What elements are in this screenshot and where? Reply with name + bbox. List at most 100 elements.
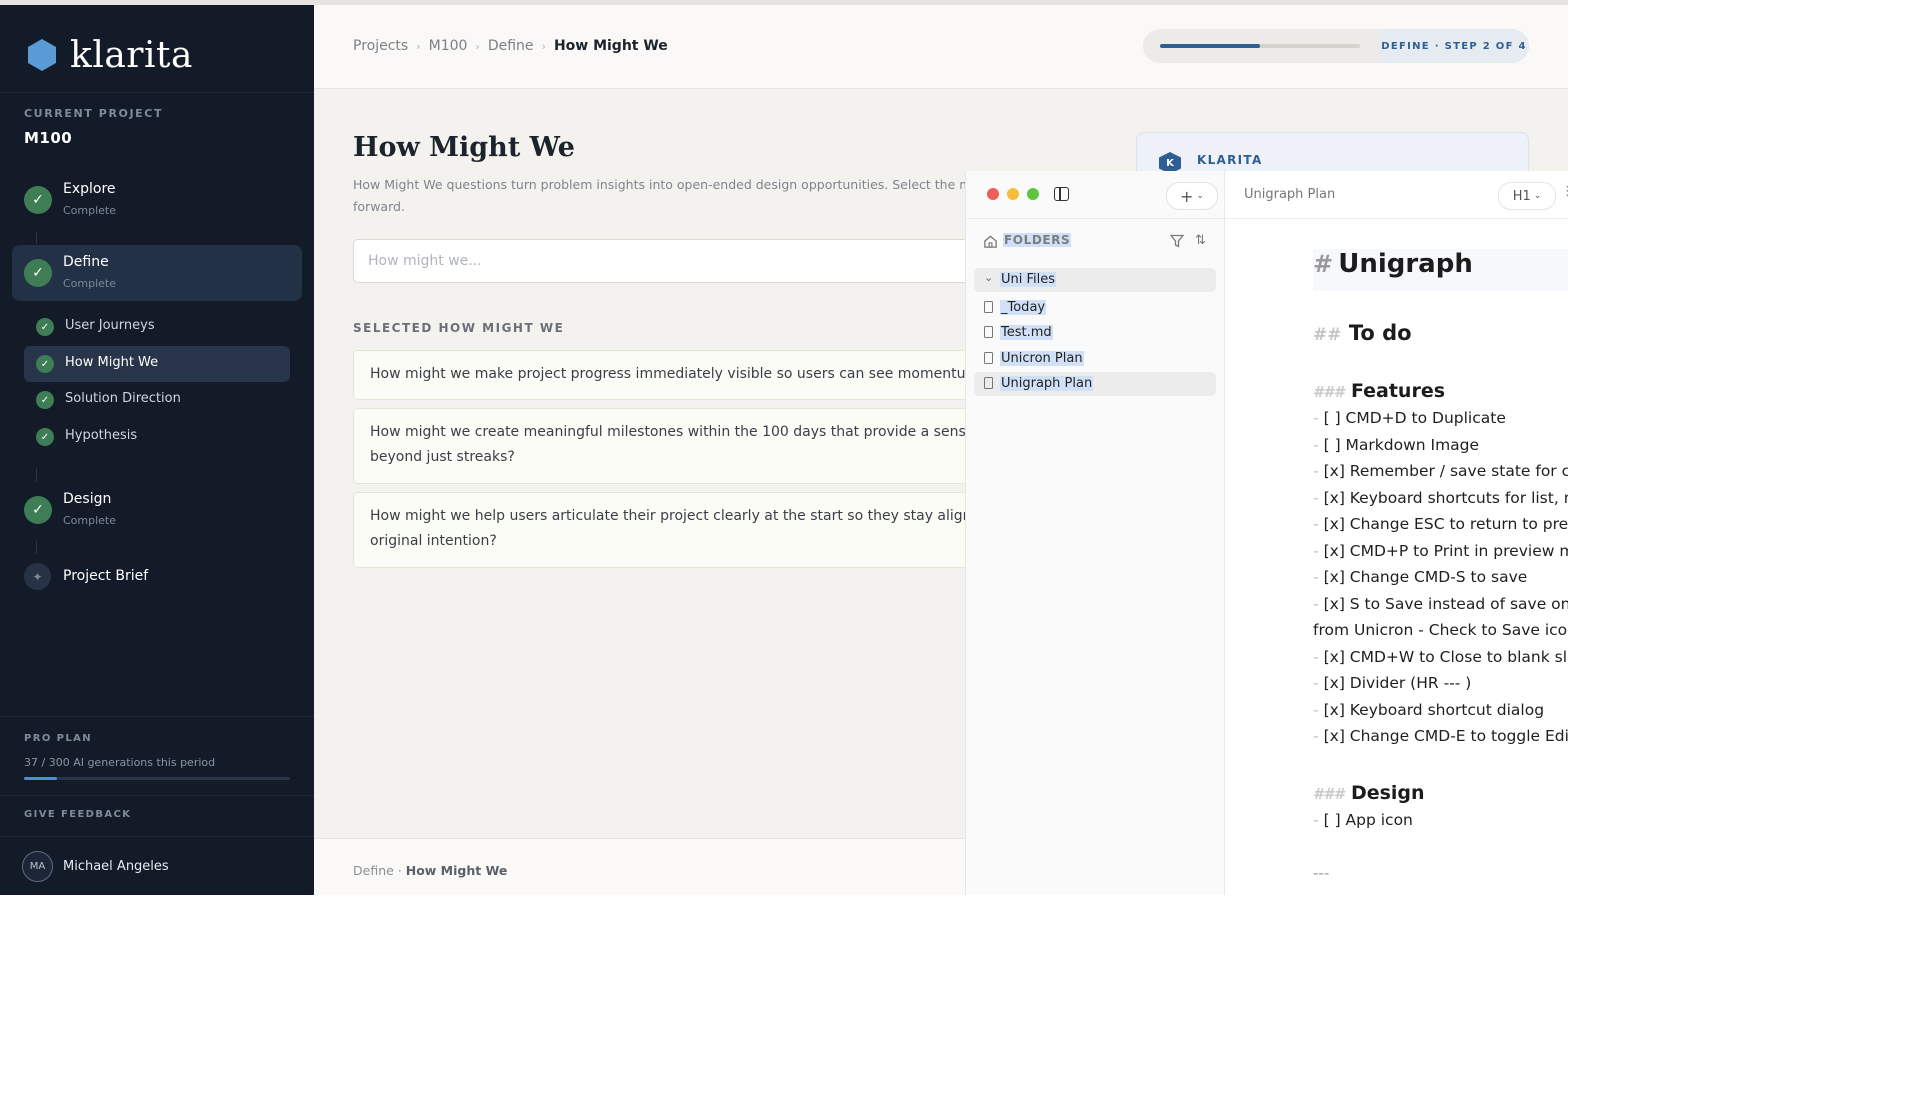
stage-explore[interactable]: ✓ Explore Complete	[12, 172, 302, 228]
folder-uni-files[interactable]: ⌄ Uni Files	[974, 268, 1216, 292]
file-name: Unicron Plan	[1000, 351, 1084, 366]
selected-section-label: SELECTED HOW MIGHT WE	[353, 321, 565, 335]
breadcrumb-projects[interactable]: Projects	[353, 38, 408, 54]
doc-list-item[interactable]: - [x] Keyboard shortcut dialog	[1313, 701, 1544, 719]
list-options-icon[interactable]: ⋮	[1561, 184, 1568, 199]
hmw-input[interactable]	[353, 239, 993, 283]
doc-heading-2[interactable]: ## To do	[1313, 321, 1412, 345]
check-icon: ✓	[36, 318, 54, 336]
doc-list-item[interactable]: - [x] Change ESC to return to previe	[1313, 515, 1568, 533]
list-marker: -	[1313, 674, 1319, 692]
doc-list-item[interactable]: - [x] Change CMD-S to save	[1313, 568, 1527, 586]
stage-name: Explore	[63, 181, 116, 197]
doc-list-item[interactable]: -[x] Keyboard shortcuts for list, num	[1313, 489, 1568, 507]
heading-text: Unigraph	[1338, 249, 1473, 279]
check-icon: ✓	[24, 186, 52, 214]
desktop-background	[0, 895, 1568, 1095]
list-marker: -	[1313, 409, 1319, 427]
minimize-window-button[interactable]	[1007, 188, 1019, 200]
list-text: [ ] CMD+D to Duplicate	[1323, 409, 1506, 427]
doc-list-item[interactable]: -[x] Remember / save state for colla	[1313, 462, 1568, 480]
step-how-might-we[interactable]: ✓ How Might We	[24, 346, 290, 382]
stage-status: Complete	[63, 277, 117, 290]
hmw-card[interactable]: How might we help users articulate their…	[353, 492, 993, 568]
chevron-right-icon: ›	[475, 39, 480, 53]
chevron-down-icon: ⌄	[1196, 191, 1204, 201]
file-sidebar: +⌄ FOLDERS ⇅ ⌄ Uni Files _Today Test.md	[966, 171, 1225, 895]
app-window: klarita CURRENT PROJECT M100 ✓ Explore C…	[0, 0, 1568, 895]
stage-define[interactable]: ✓ Define Complete	[12, 245, 302, 301]
hmw-text: How might we make project progress immed…	[370, 366, 993, 382]
description-line: How Might We questions turn problem insi…	[353, 177, 1028, 192]
list-marker: -	[1313, 515, 1319, 533]
check-icon: ✓	[36, 355, 54, 373]
sparkle-icon: ✦	[24, 563, 51, 590]
list-marker: -	[1313, 701, 1319, 719]
folders-header: FOLDERS ⇅	[983, 233, 1213, 251]
doc-list-item[interactable]: -[ ] Markdown Image	[1313, 436, 1479, 454]
progress-fill	[1160, 44, 1260, 48]
doc-list-item[interactable]: -[ ] CMD+D to Duplicate	[1313, 409, 1506, 427]
markdown-hash: ###	[1313, 383, 1345, 401]
step-label: DEFINE · STEP 2 OF 4	[1379, 29, 1529, 63]
chevron-down-icon: ⌄	[984, 271, 994, 284]
hmw-text: How might we help users articulate their…	[370, 508, 993, 524]
give-feedback-link[interactable]: GIVE FEEDBACK	[24, 809, 131, 820]
connector-line	[36, 541, 37, 554]
user-menu[interactable]: MA Michael Angeles	[22, 851, 169, 882]
stage-design[interactable]: ✓ Design Complete	[12, 482, 302, 538]
stage-name: Design	[63, 491, 112, 507]
list-text: [x] Divider (HR --- )	[1323, 674, 1472, 692]
close-window-button[interactable]	[987, 188, 999, 200]
filter-icon[interactable]	[1170, 234, 1184, 248]
step-user-journeys[interactable]: ✓ User Journeys	[24, 309, 290, 345]
user-name: Michael Angeles	[63, 859, 169, 874]
sort-icon[interactable]: ⇅	[1195, 233, 1206, 248]
markdown-hash: #	[1313, 250, 1334, 278]
file-item-active[interactable]: Unigraph Plan	[974, 372, 1216, 396]
sidebar-toggle-icon[interactable]	[1054, 187, 1069, 201]
page-description: How Might We questions turn problem insi…	[353, 174, 1028, 218]
breadcrumb-stage[interactable]: Define	[488, 38, 534, 54]
project-brief-item[interactable]: ✦ Project Brief	[12, 554, 302, 600]
file-item[interactable]: Unicron Plan	[974, 347, 1216, 371]
project-brief-label: Project Brief	[63, 568, 149, 584]
new-file-button[interactable]: + ⌄	[1166, 182, 1218, 210]
doc-list-item[interactable]: - [x] Divider (HR --- )	[1313, 674, 1471, 692]
avatar: MA	[22, 851, 53, 882]
list-text: [x] Change CMD-E to toggle Edit/P	[1323, 727, 1568, 745]
step-progress: DEFINE · STEP 2 OF 4	[1143, 29, 1529, 63]
doc-list-item[interactable]: - [x] CMD+P to Print in preview mod	[1313, 542, 1568, 560]
home-icon[interactable]	[983, 234, 998, 249]
file-item[interactable]: _Today	[974, 296, 1216, 320]
hmw-card[interactable]: How might we create meaningful milestone…	[353, 408, 993, 484]
step-solution-direction[interactable]: ✓ Solution Direction	[24, 382, 290, 418]
file-item[interactable]: Test.md	[974, 321, 1216, 345]
heading-level-select[interactable]: H1 ⌄	[1498, 182, 1556, 210]
doc-list-item[interactable]: - [x] CMD+W to Close to blank slate	[1313, 648, 1568, 666]
list-text: [x] CMD+P to Print in preview mod	[1323, 542, 1568, 560]
sidebar: klarita CURRENT PROJECT M100 ✓ Explore C…	[0, 5, 314, 895]
hmw-text: beyond just streaks?	[370, 449, 515, 465]
step-label: Solution Direction	[65, 391, 181, 406]
hmw-card[interactable]: How might we make project progress immed…	[353, 350, 993, 400]
doc-list-item[interactable]: -[x] S to Save instead of save on blu	[1313, 595, 1568, 613]
doc-divider[interactable]: ---	[1313, 864, 1329, 882]
breadcrumb-project[interactable]: M100	[429, 38, 468, 54]
doc-list-item-continuation[interactable]: from Unicron - Check to Save icon?	[1313, 621, 1568, 639]
plan-usage-bar	[24, 777, 290, 780]
list-text: [x] Keyboard shortcuts for list, num	[1323, 489, 1568, 507]
step-hypothesis[interactable]: ✓ Hypothesis	[24, 419, 290, 455]
doc-heading-3[interactable]: ### Design	[1313, 782, 1425, 804]
doc-heading-1[interactable]: # Unigraph	[1313, 249, 1568, 291]
doc-list-item[interactable]: -[ ] App icon	[1313, 811, 1413, 829]
doc-list-item[interactable]: - [x] Change CMD-E to toggle Edit/P	[1313, 727, 1568, 745]
list-text: [x] Remember / save state for colla	[1323, 462, 1568, 480]
brand[interactable]: klarita	[28, 33, 193, 77]
breadcrumb: Projects › M100 › Define › How Might We	[353, 38, 668, 54]
list-marker: -	[1313, 568, 1319, 586]
doc-heading-3[interactable]: ### Features	[1313, 380, 1445, 402]
zoom-window-button[interactable]	[1027, 188, 1039, 200]
document-icon	[984, 352, 993, 364]
file-name: Test.md	[1000, 325, 1053, 340]
